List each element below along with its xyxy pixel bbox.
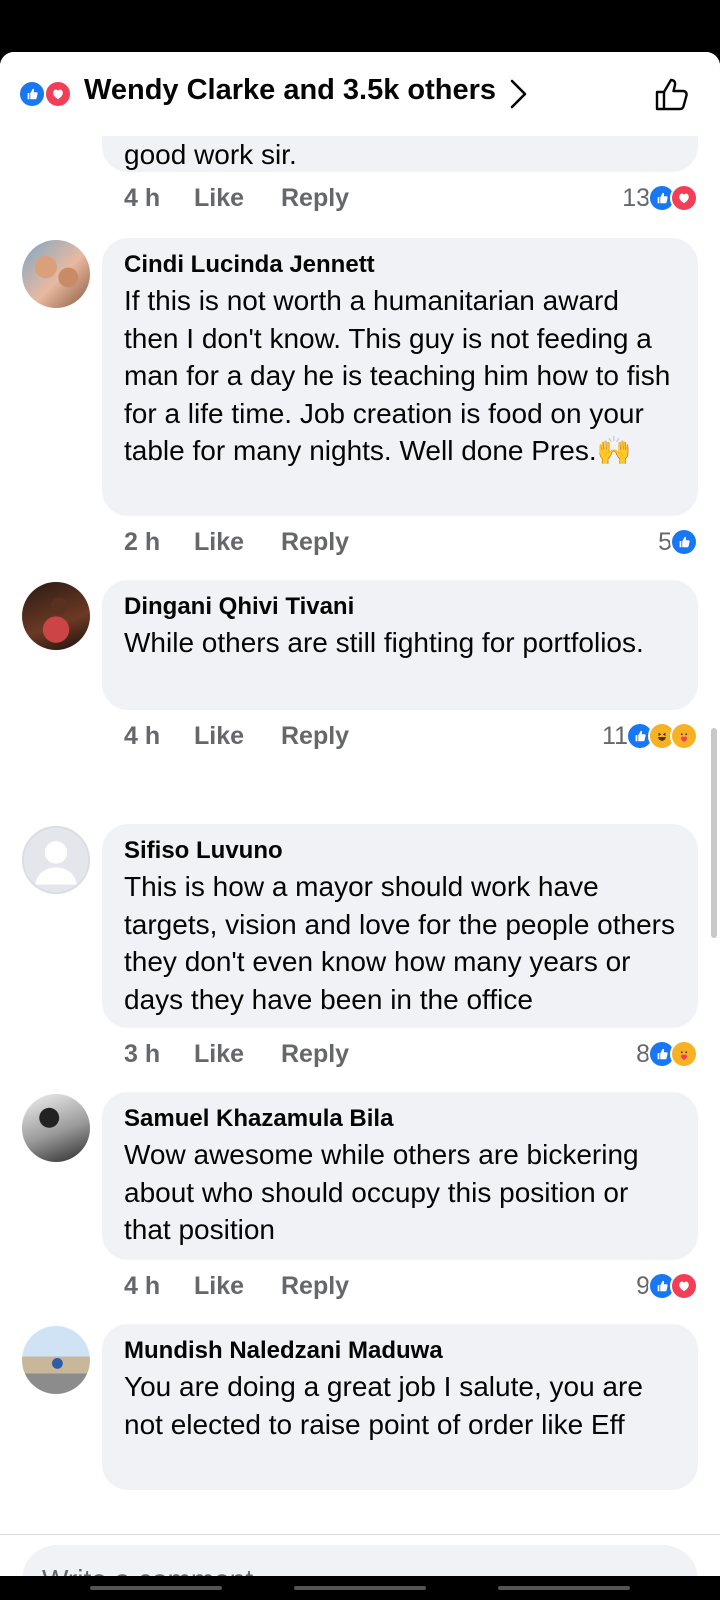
comment-text: While others are still fighting for port… — [124, 627, 644, 658]
love-reaction-icon — [44, 80, 72, 108]
reaction-count[interactable]: 13 — [622, 180, 698, 216]
comment-text: You are doing a great job I salute, you … — [124, 1371, 643, 1440]
comment-author[interactable]: Dingani Qhivi Tivani — [124, 590, 678, 624]
love-reaction-icon — [670, 1272, 698, 1300]
scrollbar[interactable] — [711, 728, 717, 938]
comment-bubble: Dingani Qhivi Tivani While others are st… — [102, 580, 698, 710]
comment-bubble: Samuel Khazamula Bila Wow awesome while … — [102, 1092, 698, 1260]
like-button[interactable]: Like — [194, 184, 244, 213]
comment-author[interactable]: Sifiso Luvuno — [124, 834, 678, 868]
like-reaction-icon — [670, 528, 698, 556]
comment-author[interactable]: Cindi Lucinda Jennett — [124, 248, 678, 282]
reactions-header[interactable]: Wendy Clarke and 3.5k others — [0, 52, 720, 136]
like-reaction-icon — [18, 80, 46, 108]
like-button[interactable]: Like — [194, 528, 244, 557]
care-reaction-icon — [670, 1040, 698, 1068]
comment-text: good work sir. — [124, 139, 297, 170]
nav-gesture-right[interactable] — [498, 1586, 630, 1590]
like-button[interactable]: Like — [194, 1040, 244, 1069]
avatar[interactable] — [22, 826, 90, 894]
comment-text: This is how a mayor should work have tar… — [124, 871, 676, 1015]
comment-text: Wow awesome while others are bickering a… — [124, 1139, 639, 1245]
comment-author[interactable]: Mundish Naledzani Maduwa — [124, 1334, 678, 1368]
care-reaction-icon — [670, 722, 698, 750]
default-avatar-icon — [35, 841, 77, 885]
comment-time: 3 h — [124, 1040, 161, 1068]
comment-bubble: good work sir. — [102, 136, 698, 172]
thumbs-up-icon[interactable] — [652, 74, 692, 114]
nav-gesture-center[interactable] — [294, 1586, 426, 1590]
avatar[interactable] — [22, 582, 90, 650]
comment-bubble: Sifiso Luvuno This is how a mayor should… — [102, 824, 698, 1028]
comment-bubble: Mundish Naledzani Maduwa You are doing a… — [102, 1324, 698, 1490]
reactors-summary[interactable]: Wendy Clarke and 3.5k others — [84, 74, 496, 107]
love-reaction-icon — [670, 184, 698, 212]
chevron-right-icon[interactable] — [508, 78, 530, 110]
avatar[interactable] — [22, 1094, 90, 1162]
reaction-count-value: 13 — [622, 183, 650, 212]
comment-time: 4 h — [124, 184, 161, 212]
avatar[interactable] — [22, 240, 90, 308]
comment-author[interactable]: Samuel Khazamula Bila — [124, 1102, 678, 1136]
comment-time: 2 h — [124, 528, 161, 556]
comment-bubble: Cindi Lucinda Jennett If this is not wor… — [102, 238, 698, 516]
system-nav-bar — [0, 1576, 720, 1600]
reaction-count[interactable]: 8 — [636, 1036, 698, 1072]
reply-button[interactable]: Reply — [281, 1040, 349, 1069]
comment-composer — [0, 1534, 720, 1576]
comment-list[interactable]: good work sir. 4 h Like Reply 13 Cindi L… — [0, 136, 720, 1534]
reaction-count[interactable]: 5 — [658, 524, 698, 560]
nav-gesture-left[interactable] — [90, 1586, 222, 1590]
comments-sheet: Wendy Clarke and 3.5k others good work s… — [0, 52, 720, 1576]
reaction-count[interactable]: 11 — [602, 718, 698, 754]
reply-button[interactable]: Reply — [281, 528, 349, 557]
avatar[interactable] — [22, 1326, 90, 1394]
reply-button[interactable]: Reply — [281, 1272, 349, 1301]
comment-input[interactable] — [22, 1545, 698, 1576]
reaction-count-value: 11 — [602, 721, 628, 750]
like-button[interactable]: Like — [194, 722, 244, 751]
reply-button[interactable]: Reply — [281, 722, 349, 751]
like-button[interactable]: Like — [194, 1272, 244, 1301]
comment-text: If this is not worth a humanitarian awar… — [124, 285, 671, 466]
reply-button[interactable]: Reply — [281, 184, 349, 213]
reaction-count[interactable]: 9 — [636, 1268, 698, 1304]
comment-time: 4 h — [124, 1272, 161, 1300]
header-reaction-icons — [18, 80, 78, 108]
comment-time: 4 h — [124, 722, 161, 750]
